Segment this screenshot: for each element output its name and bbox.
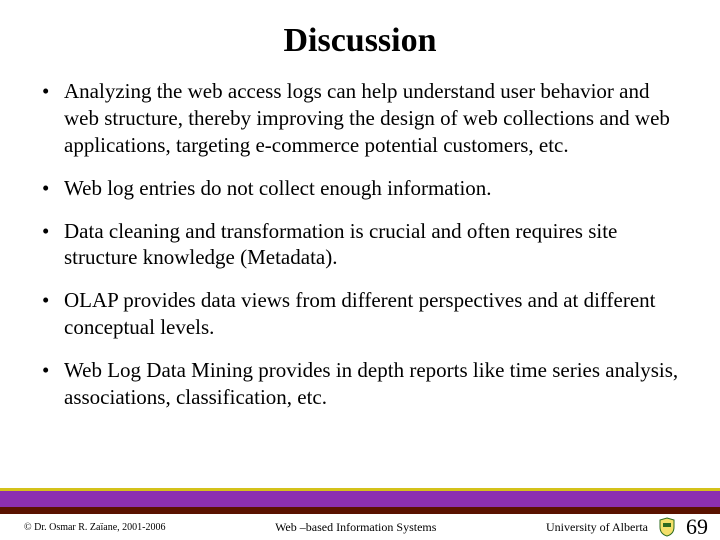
university-crest-icon [658,517,676,537]
slide-title: Discussion [0,0,720,78]
footer-right: University of Alberta 69 [546,514,708,540]
footer-row: © Dr. Osmar R. Zaïane, 2001-2006 Web –ba… [0,514,720,540]
list-item: Data cleaning and transformation is cruc… [38,218,686,272]
footer-center: Web –based Information Systems [165,520,546,535]
slide-footer: © Dr. Osmar R. Zaïane, 2001-2006 Web –ba… [0,488,720,540]
list-item: Analyzing the web access logs can help u… [38,78,686,159]
footer-copyright: © Dr. Osmar R. Zaïane, 2001-2006 [24,522,165,533]
page-number: 69 [686,514,708,540]
footer-university: University of Alberta [546,520,648,535]
list-item: OLAP provides data views from different … [38,287,686,341]
bullet-list: Analyzing the web access logs can help u… [38,78,686,411]
list-item: Web log entries do not collect enough in… [38,175,686,202]
slide: Discussion Analyzing the web access logs… [0,0,720,540]
slide-content: Analyzing the web access logs can help u… [0,78,720,411]
list-item: Web Log Data Mining provides in depth re… [38,357,686,411]
bar-purple [0,491,720,507]
footer-bars [0,488,720,514]
bar-darkred [0,507,720,514]
